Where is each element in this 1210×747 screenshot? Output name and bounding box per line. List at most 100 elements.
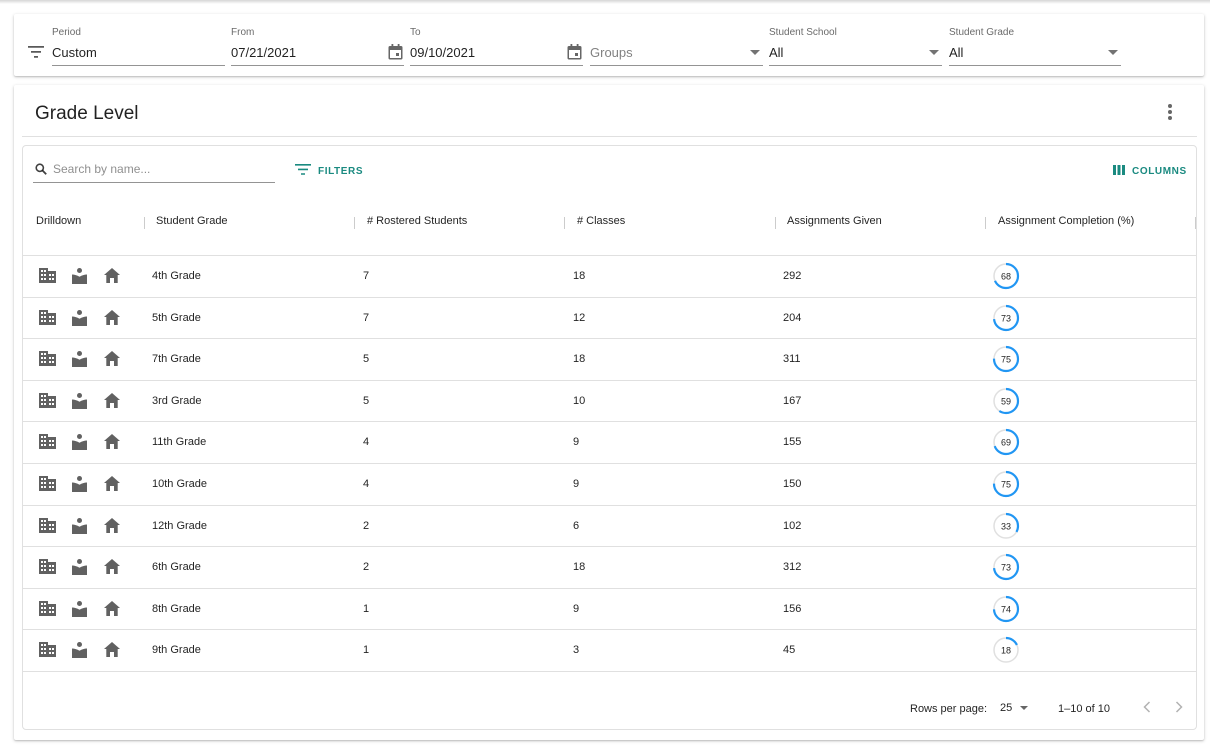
column-separator[interactable]: [144, 217, 145, 229]
school-building-icon[interactable]: [39, 351, 56, 371]
table-row[interactable]: 4th Grade 7 18 292 68: [23, 256, 1196, 298]
from-date-field[interactable]: From 07/21/2021: [231, 14, 404, 76]
card-divider: [22, 136, 1197, 137]
previous-page-icon[interactable]: [1143, 701, 1151, 716]
rows-per-page-select[interactable]: 25: [1000, 702, 1012, 714]
completion-progress-ring: 75: [992, 470, 1020, 498]
table-row[interactable]: 11th Grade 4 9 155 69: [23, 422, 1196, 464]
school-building-icon[interactable]: [39, 309, 56, 330]
class-book-icon[interactable]: [72, 309, 87, 331]
completion-progress-ring: 69: [992, 429, 1020, 456]
column-header-assignments-given[interactable]: Assignments Given: [787, 215, 882, 227]
home-icon[interactable]: [104, 351, 120, 371]
card-title: Grade Level: [35, 103, 139, 124]
home-icon[interactable]: [104, 392, 120, 413]
more-vert-icon[interactable]: [1166, 102, 1174, 122]
school-building-icon[interactable]: [39, 392, 56, 413]
student-school-label: Student School: [769, 27, 837, 38]
period-select[interactable]: Period Custom: [52, 14, 225, 76]
calendar-icon[interactable]: [567, 44, 582, 65]
class-book-icon[interactable]: [72, 517, 87, 539]
column-header-drilldown[interactable]: Drilldown: [36, 215, 81, 227]
filter-bar: Period Custom From 07/21/2021 To 09/10/2…: [14, 14, 1204, 76]
table-row[interactable]: 10th Grade 4 9 150 75: [23, 464, 1196, 506]
column-header-student-grade[interactable]: Student Grade: [156, 215, 228, 227]
student-grade-cell: 4th Grade: [152, 270, 201, 282]
school-building-icon[interactable]: [39, 600, 56, 621]
class-book-icon[interactable]: [72, 559, 87, 580]
next-page-icon[interactable]: [1175, 701, 1183, 716]
class-book-icon[interactable]: [72, 434, 87, 455]
student-grade-cell: 5th Grade: [152, 311, 201, 324]
completion-value: 69: [1001, 438, 1011, 448]
column-header-classes[interactable]: # Classes: [577, 215, 625, 227]
column-separator[interactable]: [1195, 217, 1196, 229]
filters-label: FILTERS: [318, 165, 364, 177]
search-icon: [35, 162, 47, 180]
classes-cell: 18: [573, 561, 586, 574]
class-book-icon[interactable]: [72, 392, 87, 414]
classes-cell: 10: [573, 394, 586, 407]
classes-cell: 9: [573, 602, 580, 615]
completion-value: 73: [1001, 562, 1011, 572]
class-book-icon[interactable]: [72, 642, 87, 663]
student-grade-cell: 9th Grade: [152, 644, 201, 657]
to-date-field[interactable]: To 09/10/2021: [410, 14, 583, 76]
groups-select[interactable]: Groups: [590, 14, 763, 76]
table-row[interactable]: 12th Grade 2 6 102 33: [23, 506, 1196, 548]
student-school-underline: [769, 65, 942, 66]
from-label: From: [231, 27, 255, 38]
home-icon[interactable]: [104, 434, 120, 454]
student-grade-cell: 10th Grade: [152, 477, 208, 490]
student-grade-cell: 7th Grade: [152, 353, 201, 366]
school-building-icon[interactable]: [39, 475, 56, 496]
class-book-icon[interactable]: [72, 475, 87, 497]
class-book-icon[interactable]: [72, 600, 87, 622]
column-header-rostered-students[interactable]: # Rostered Students: [367, 215, 467, 227]
column-separator[interactable]: [985, 217, 986, 229]
assignments-given-cell: 311: [783, 353, 801, 366]
table-row[interactable]: 3rd Grade 5 10 167 59: [23, 381, 1196, 423]
student-school-select[interactable]: Student School All: [769, 14, 942, 76]
school-building-icon[interactable]: [39, 517, 56, 538]
column-separator[interactable]: [564, 217, 565, 229]
calendar-icon[interactable]: [388, 44, 403, 65]
completion-value: 75: [1001, 479, 1011, 489]
rostered-students-cell: 5: [363, 394, 370, 407]
table-row[interactable]: 9th Grade 1 3 45 18: [23, 630, 1196, 672]
column-header-assignment-completion[interactable]: Assignment Completion (%): [998, 215, 1134, 227]
column-separator[interactable]: [354, 217, 355, 229]
completion-progress-ring: 18: [992, 637, 1020, 664]
school-building-icon[interactable]: [39, 434, 56, 454]
classes-cell: 3: [573, 644, 580, 657]
completion-value: 68: [1001, 271, 1011, 281]
table-row[interactable]: 6th Grade 2 18 312 73: [23, 547, 1196, 589]
class-book-icon[interactable]: [72, 351, 87, 372]
school-building-icon[interactable]: [39, 642, 56, 662]
completion-progress-ring: 33: [992, 512, 1020, 539]
classes-cell: 18: [573, 270, 586, 282]
filter-list-icon[interactable]: [28, 45, 44, 63]
home-icon[interactable]: [104, 268, 120, 288]
rostered-students-cell: 4: [363, 436, 370, 449]
home-icon[interactable]: [104, 309, 120, 330]
home-icon[interactable]: [104, 642, 120, 662]
home-icon[interactable]: [104, 475, 120, 496]
table-row[interactable]: 5th Grade 7 12 204 73: [23, 298, 1196, 340]
table-row[interactable]: 8th Grade 1 9 156 74: [23, 589, 1196, 631]
assignments-given-cell: 150: [783, 477, 802, 490]
filters-button[interactable]: FILTERS: [295, 161, 363, 181]
home-icon[interactable]: [104, 559, 120, 579]
column-separator[interactable]: [775, 217, 776, 229]
assignments-given-cell: 292: [783, 270, 802, 282]
columns-button[interactable]: COLUMNS: [1113, 161, 1187, 181]
home-icon[interactable]: [104, 517, 120, 538]
home-icon[interactable]: [104, 600, 120, 621]
table-row[interactable]: 7th Grade 5 18 311 75: [23, 339, 1196, 381]
search-input[interactable]: [53, 160, 268, 178]
school-building-icon[interactable]: [39, 559, 56, 579]
class-book-icon[interactable]: [72, 268, 87, 289]
completion-progress-ring: 68: [992, 262, 1020, 290]
student-grade-select[interactable]: Student Grade All: [949, 14, 1121, 76]
school-building-icon[interactable]: [39, 268, 56, 288]
